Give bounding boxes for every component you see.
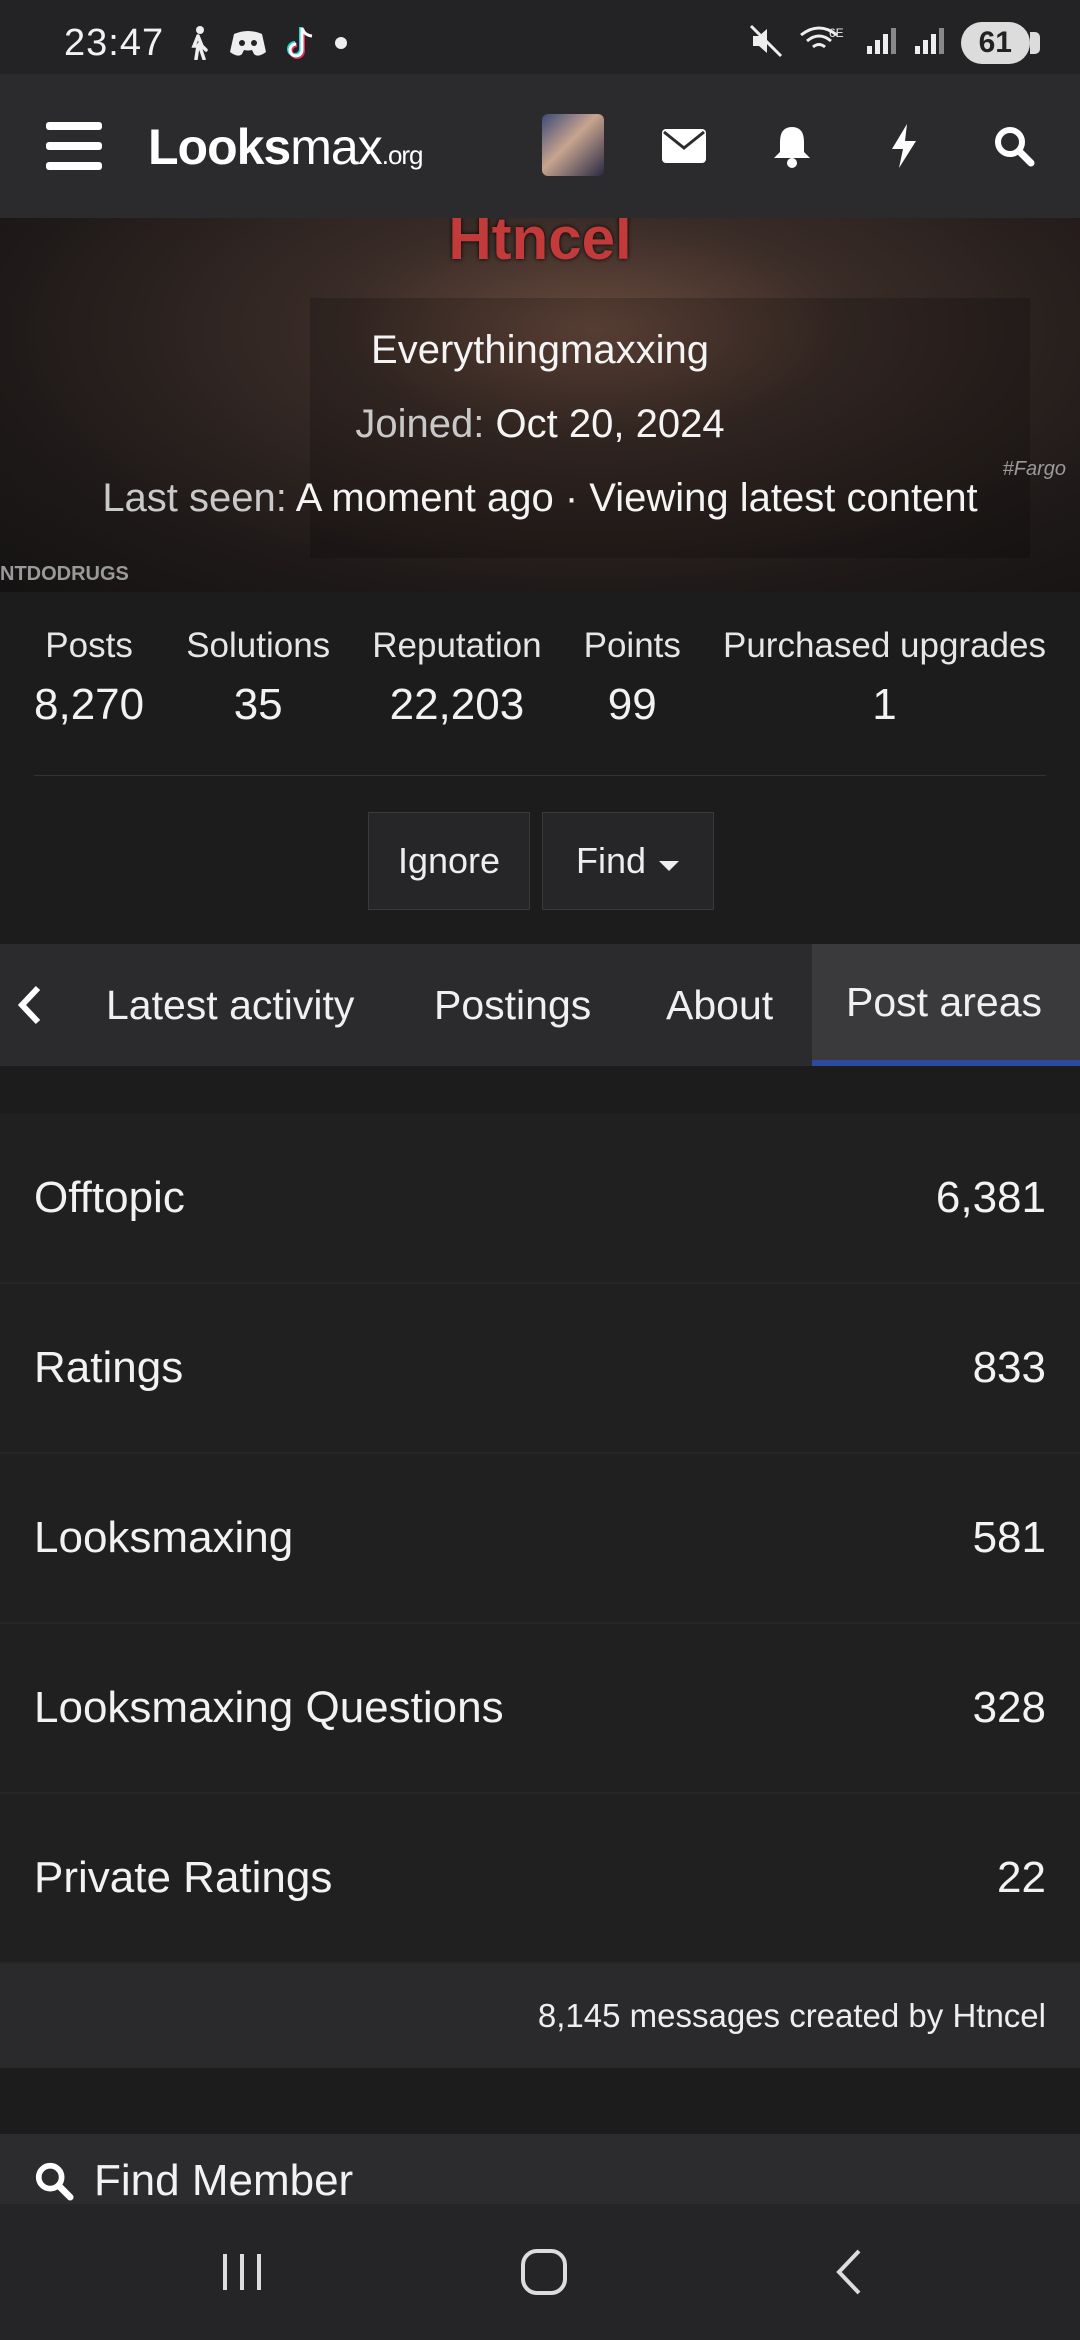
banner-watermark: NTDODRUGS — [0, 563, 129, 585]
stat-label: Points — [583, 626, 681, 665]
system-nav-bar — [0, 2204, 1080, 2340]
svg-text:6E: 6E — [829, 26, 844, 40]
profile-user-title: Everythingmaxxing — [371, 328, 709, 372]
area-count: 581 — [972, 1513, 1046, 1562]
area-name: Offtopic — [34, 1173, 185, 1222]
last-seen-label: Last seen: — [102, 476, 287, 520]
list-item[interactable]: Ratings 833 — [0, 1284, 1080, 1454]
recent-apps-icon[interactable] — [202, 2240, 282, 2304]
home-icon[interactable] — [504, 2240, 584, 2304]
area-name: Looksmaxing Questions — [34, 1683, 504, 1732]
stat-reputation[interactable]: Reputation 22,203 — [372, 626, 541, 775]
mail-icon[interactable] — [656, 118, 712, 174]
status-icons-left — [188, 26, 348, 65]
search-icon[interactable] — [986, 118, 1042, 174]
chevron-left-icon — [17, 985, 41, 1025]
area-name: Private Ratings — [34, 1853, 333, 1902]
find-member-widget[interactable]: Find Member — [0, 2134, 1080, 2204]
tiktok-icon — [286, 26, 316, 65]
stat-posts[interactable]: Posts 8,270 — [34, 626, 144, 775]
battery-tail — [1030, 32, 1040, 54]
find-button-label: Find — [575, 840, 647, 881]
stat-points[interactable]: Points 99 — [584, 626, 681, 775]
walking-icon — [188, 26, 210, 65]
list-item[interactable]: Offtopic 6,381 — [0, 1114, 1080, 1284]
stat-purchased-upgrades[interactable]: Purchased upgrades 1 — [723, 626, 1046, 775]
caret-down-icon — [658, 840, 680, 882]
tab-about[interactable]: About — [666, 944, 773, 1066]
bolt-icon[interactable] — [876, 118, 932, 174]
bell-icon[interactable] — [764, 118, 820, 174]
list-item[interactable]: Looksmaxing Questions 328 — [0, 1624, 1080, 1794]
stat-label: Solutions — [186, 626, 331, 665]
stat-label: Posts — [45, 626, 133, 665]
logo-looks: Looks — [148, 119, 291, 175]
stat-solutions[interactable]: Solutions 35 — [186, 626, 330, 775]
post-areas-list: Offtopic 6,381 Ratings 833 Looksmaxing 5… — [0, 1114, 1080, 2068]
mute-icon — [749, 24, 785, 63]
area-name: Looksmaxing — [34, 1513, 294, 1562]
find-dropdown-button[interactable]: Find — [542, 812, 714, 910]
messages-summary: 8,145 messages created by Htncel — [0, 1964, 1080, 2068]
stat-value: 35 — [233, 680, 283, 729]
area-count: 328 — [972, 1683, 1046, 1732]
wifi-6e-icon: 6E — [799, 23, 851, 64]
profile-stats: Posts 8,270 Solutions 35 Reputation 22,2… — [34, 626, 1046, 776]
list-item[interactable]: Private Ratings 22 — [0, 1794, 1080, 1964]
discord-icon — [228, 28, 268, 63]
profile-tabs: Latest activity Postings About Post area… — [0, 944, 1080, 1066]
joined-value: Oct 20, 2024 — [495, 402, 725, 446]
status-bar: 23:47 6E 61 — [0, 0, 1080, 74]
tab-postings[interactable]: Postings — [434, 944, 591, 1066]
search-icon — [35, 2162, 74, 2201]
tab-post-areas[interactable]: Post areas — [812, 944, 1080, 1066]
logo-org: .org — [381, 140, 424, 170]
stat-label: Reputation — [372, 626, 542, 665]
list-item[interactable]: Looksmaxing 581 — [0, 1454, 1080, 1624]
stat-value: 99 — [607, 680, 657, 729]
profile-banner: Htncel Everythingmaxxing Joined: Oct 20,… — [0, 218, 1080, 592]
signal-icon — [913, 26, 947, 61]
profile-joined: Joined: Oct 20, 2024 — [0, 402, 1080, 447]
dot-icon — [334, 36, 348, 55]
area-count: 6,381 — [935, 1173, 1046, 1222]
site-header: Looksmax.org — [0, 74, 1080, 218]
profile-last-seen: Last seen: A moment ago · Viewing latest… — [0, 476, 1080, 521]
status-time: 23:47 — [64, 22, 165, 64]
stat-label: Purchased upgrades — [722, 626, 1046, 665]
site-logo[interactable]: Looksmax.org — [148, 118, 424, 176]
last-seen-value[interactable]: A moment ago · Viewing latest content — [296, 476, 978, 520]
stat-value: 8,270 — [34, 680, 145, 729]
stat-value: 1 — [872, 680, 897, 729]
tab-latest-activity[interactable]: Latest activity — [106, 944, 354, 1066]
banner-watermark-right: #Fargo — [1002, 458, 1066, 480]
signal-icon — [865, 26, 899, 61]
status-icons-right: 6E 61 — [749, 22, 1040, 64]
logo-max: max — [290, 119, 382, 175]
stat-value: 22,203 — [389, 680, 525, 729]
tabs-scroll-left[interactable] — [0, 944, 58, 1066]
avatar[interactable] — [542, 114, 604, 176]
area-count: 22 — [997, 1853, 1046, 1902]
battery-indicator: 61 — [960, 22, 1030, 64]
back-icon[interactable] — [808, 2240, 888, 2304]
ignore-button[interactable]: Ignore — [368, 812, 530, 910]
ignore-button-label: Ignore — [397, 840, 501, 881]
profile-username: Htncel — [448, 218, 632, 272]
joined-label: Joined: — [355, 402, 485, 446]
find-member-label: Find Member — [94, 2156, 354, 2204]
area-count: 833 — [972, 1343, 1046, 1392]
menu-icon[interactable] — [46, 122, 102, 170]
area-name: Ratings — [34, 1343, 184, 1392]
